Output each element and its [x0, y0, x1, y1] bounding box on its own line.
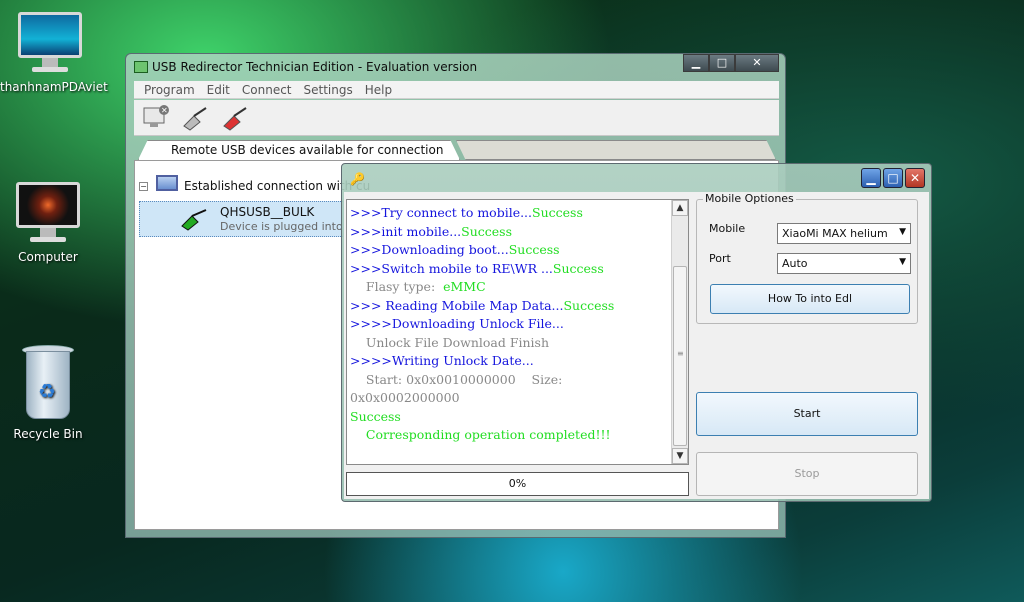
progress-bar: 0% — [346, 472, 689, 496]
tab-inactive[interactable] — [456, 140, 776, 160]
menu-edit[interactable]: Edit — [201, 81, 236, 98]
usb-plug-icon — [183, 106, 207, 131]
log-line: Success — [350, 408, 670, 427]
menu-help[interactable]: Help — [359, 81, 398, 98]
usb-device-icon — [181, 209, 207, 231]
dialog-titlebar[interactable]: 🔑 ▁ □ ✕ — [342, 164, 931, 192]
desktop-icon-label: Recycle Bin — [13, 427, 83, 441]
desktop-icon-recycle-bin[interactable]: ♻ Recycle Bin — [0, 345, 98, 441]
log-line: >>>>Writing Unlock Date... — [350, 352, 670, 371]
log-line: Start: 0x0x0010000000 Size: — [350, 371, 670, 390]
tab-strip: Remote USB devices available for connect… — [134, 138, 779, 160]
device-item[interactable]: QHSUSB__BULK Device is plugged into 1-2 — [139, 201, 364, 237]
collapse-icon[interactable]: − — [139, 181, 148, 191]
log-line: >>>init mobile...Success — [350, 223, 670, 242]
log-text: >>>>Downloading Unlock File... — [350, 316, 564, 331]
unlock-dialog: 🔑 ▁ □ ✕ >>>Try connect to mobile...Succe… — [341, 163, 932, 502]
toolbar: ✕ — [134, 100, 779, 136]
desktop-icon-label: Computer — [18, 250, 78, 264]
port-select[interactable]: Auto ▼ — [777, 253, 911, 274]
mobile-label: Mobile — [709, 222, 746, 235]
log-line: Corresponding operation completed!!! — [350, 426, 670, 445]
log-text: >>>init mobile... — [350, 223, 462, 239]
log-text: >>>>Writing Unlock Date... — [350, 353, 534, 368]
monitor-icon — [14, 12, 86, 74]
computer-icon — [12, 182, 84, 244]
window-title: USB Redirector Technician Edition - Eval… — [152, 60, 478, 74]
minimize-button[interactable]: ▁ — [861, 168, 881, 188]
disconnect-button[interactable] — [218, 102, 254, 134]
log-text: >>>Try connect to mobile... — [350, 205, 533, 220]
maximize-button[interactable]: □ — [709, 54, 735, 72]
close-button[interactable]: ✕ — [735, 54, 779, 72]
scroll-down-icon[interactable]: ▼ — [672, 448, 688, 464]
menu-connect[interactable]: Connect — [236, 81, 298, 98]
log-line: Unlock File Download Finish — [350, 334, 670, 353]
scroll-thumb[interactable]: ≡ — [673, 266, 687, 446]
svg-text:✕: ✕ — [161, 106, 168, 115]
maximize-button[interactable]: □ — [883, 168, 903, 188]
port-select-value: Auto — [782, 257, 808, 270]
log-text: Start: 0x0x0010000000 Size: — [350, 371, 563, 387]
log-status: Success — [532, 205, 583, 220]
log-status: Success — [461, 223, 513, 239]
log-text: >>>Switch mobile to RE\WR ... — [350, 260, 553, 276]
desktop-icon-thanhnampdaviet[interactable]: thanhnamPDAviet — [0, 12, 108, 94]
log-status: Corresponding operation completed!!! — [350, 427, 611, 442]
log-line: >>> Reading Mobile Map Data...Success — [350, 297, 670, 316]
remove-server-button[interactable]: ✕ — [138, 102, 174, 134]
device-name: QHSUSB__BULK — [220, 205, 315, 219]
log-line: >>>Switch mobile to RE\WR ...Success — [350, 260, 670, 279]
log-textbox[interactable]: >>>Try connect to mobile...Success >>>ini… — [346, 199, 689, 465]
key-icon: 🔑 — [350, 172, 365, 186]
log-status: Success — [508, 242, 560, 257]
computer-icon — [152, 175, 180, 197]
menu-settings[interactable]: Settings — [298, 81, 359, 98]
minimize-button[interactable]: ▁ — [683, 54, 709, 72]
log-status: Success — [350, 408, 401, 424]
log-status: eMMC — [443, 279, 486, 294]
log-text: >>> Reading Mobile Map Data... — [350, 297, 564, 313]
log-text: 0x0x0002000000 — [350, 390, 460, 405]
app-icon — [134, 61, 148, 73]
log-scrollbar[interactable]: ▲ ≡ ▼ — [671, 200, 688, 464]
mobile-select-value: XiaoMi MAX helium — [782, 227, 888, 240]
stop-button[interactable]: Stop — [696, 452, 918, 496]
menu-bar: Program Edit Connect Settings Help — [134, 81, 779, 99]
chevron-down-icon: ▼ — [899, 227, 906, 237]
tree-root[interactable]: − Established connection with cu — [139, 175, 370, 197]
connect-button[interactable] — [178, 102, 214, 134]
log-line: 0x0x0002000000 — [350, 389, 670, 408]
dialog-body: >>>Try connect to mobile...Success >>>ini… — [344, 192, 929, 499]
log-status: Success — [563, 297, 615, 313]
mobile-options-group: Mobile Optiones Mobile XiaoMi MAX helium… — [696, 192, 918, 324]
log-content: >>>Try connect to mobile...Success >>>ini… — [350, 204, 670, 445]
desktop-icon-computer[interactable]: Computer — [0, 182, 98, 264]
close-button[interactable]: ✕ — [905, 168, 925, 188]
log-line: >>>>Downloading Unlock File... — [350, 315, 670, 334]
log-text: Flasy type: — [350, 279, 444, 294]
recycle-bin-icon: ♻ — [20, 345, 76, 421]
log-status: Success — [552, 260, 604, 276]
log-text: >>>Downloading boot... — [350, 242, 509, 257]
group-title: Mobile Optiones — [703, 192, 796, 205]
progress-text: 0% — [508, 477, 527, 490]
chevron-down-icon: ▼ — [899, 257, 906, 267]
usb-plug-red-icon — [223, 106, 247, 131]
window-titlebar[interactable]: USB Redirector Technician Edition - Eval… — [126, 54, 785, 80]
log-line: Flasy type: eMMC — [350, 278, 670, 297]
tab-remote-devices[interactable]: Remote USB devices available for connect… — [138, 140, 460, 160]
monitor-remove-icon: ✕ — [143, 104, 169, 127]
start-button[interactable]: Start — [696, 392, 918, 436]
mobile-select[interactable]: XiaoMi MAX helium ▼ — [777, 223, 911, 244]
port-label: Port — [709, 252, 731, 265]
log-line: >>>Downloading boot...Success — [350, 241, 670, 260]
how-to-into-edl-button[interactable]: How To into Edl — [710, 284, 910, 314]
log-line: >>>Try connect to mobile...Success — [350, 204, 670, 223]
menu-program[interactable]: Program — [138, 81, 201, 98]
desktop-icon-label: thanhnamPDAviet — [0, 80, 108, 94]
scroll-up-icon[interactable]: ▲ — [672, 200, 688, 216]
log-text: Unlock File Download Finish — [350, 334, 550, 350]
